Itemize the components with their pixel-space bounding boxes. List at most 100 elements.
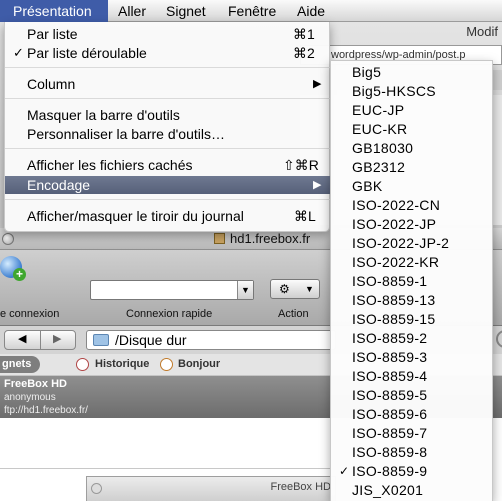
menu-separator [5,148,331,149]
encoding-item[interactable]: GB18030 [331,139,494,158]
encoding-label: ISO-2022-KR [352,254,440,270]
menu-separator [5,199,331,200]
encoding-label: GBK [352,178,383,194]
menu-item-encodage[interactable]: Encodage ▶ [5,176,331,194]
tab-historique[interactable]: Historique [95,358,149,370]
tab-bonjour[interactable]: Bonjour [178,358,220,370]
encoding-label: ISO-8859-15 [352,311,436,327]
encoding-label: ISO-8859-6 [352,406,428,422]
encoding-label: GB2312 [352,159,406,175]
checkmark-icon: ✓ [13,45,24,60]
small-window-title: FreeBox HD [270,481,331,493]
shortcut-label: ⌘L [294,208,316,224]
window-button[interactable] [2,233,14,245]
menu-item-afficher-tiroir[interactable]: Afficher/masquer le tiroir du journal ⌘L [5,207,331,225]
encoding-label: ISO-8859-7 [352,425,428,441]
encoding-item[interactable]: ISO-8859-2 [331,329,494,348]
checkmark-icon: ✓ [339,464,350,478]
presentation-menu: Par liste ⌘1 ✓ Par liste déroulable ⌘2 C… [4,22,331,232]
encoding-item[interactable]: EUC-KR [331,120,494,139]
encoding-item[interactable]: ISO-8859-7 [331,424,494,443]
encoding-label: ISO-8859-3 [352,349,428,365]
encoding-label: JIS_X0201 [352,482,424,498]
divider [40,331,41,349]
encoding-item[interactable]: Big5-HKSCS [331,82,494,101]
encoding-item[interactable]: ISO-2022-CN [331,196,494,215]
menu-item-par-liste[interactable]: Par liste ⌘1 [5,25,331,43]
menu-item-masquer-barre[interactable]: Masquer la barre d'outils [5,106,331,124]
menu-presentation[interactable]: Présentation [0,0,108,22]
encoding-item[interactable]: ISO-8859-8 [331,443,494,462]
menu-signet[interactable]: Signet [166,0,206,22]
menu-item-personnaliser-barre[interactable]: Personnaliser la barre d'outils… [5,125,331,143]
small-window: FreeBox HD [86,476,336,501]
encoding-label: Big5 [352,64,382,80]
clock-icon [76,358,89,371]
ftp-title-text: hd1.freebox.fr [230,231,311,246]
menu-separator [5,67,331,68]
action-button[interactable]: ⚙ ▼ [270,279,320,299]
back-forward-control: ◀ ▶ [4,330,76,350]
encoding-label: EUC-KR [352,121,408,137]
encoding-item[interactable]: EUC-JP [331,101,494,120]
encoding-label: EUC-JP [352,102,405,118]
menu-item-label: Afficher/masquer le tiroir du journal [27,208,244,224]
menu-item-label: Column [27,76,76,92]
encoding-item[interactable]: ISO-8859-6 [331,405,494,424]
encoding-item[interactable]: Big5 [331,63,494,82]
bookmark-url: ftp://hd1.freebox.fr/ [4,405,88,416]
encoding-item[interactable]: ISO-8859-15 [331,310,494,329]
encoding-label: ISO-2022-JP-2 [352,235,450,251]
menu-item-afficher-caches[interactable]: Afficher les fichiers cachés ⇧⌘R [5,156,331,174]
encoding-item[interactable]: JIS_X0201 [331,481,494,500]
bookmark-user: anonymous [4,392,56,403]
quick-connect-input[interactable]: ▼ [90,280,254,300]
chevron-down-icon: ▼ [305,284,314,294]
encoding-label: ISO-8859-4 [352,368,428,384]
menu-aide[interactable]: Aide [297,0,325,22]
path-text: /Disque dur [115,332,187,348]
encoding-item[interactable]: ISO-2022-KR [331,253,494,272]
menu-item-label: Masquer la barre d'outils [27,107,180,123]
chevron-down-icon[interactable]: ▼ [237,281,253,299]
encoding-item[interactable]: ISO-2022-JP [331,215,494,234]
window-button[interactable] [91,483,102,494]
encoding-label: ISO-8859-8 [352,444,428,460]
menu-item-label: Encodage [27,177,91,193]
forward-arrow-icon[interactable]: ▶ [53,332,61,345]
menu-item-par-liste-deroulable[interactable]: ✓ Par liste déroulable ⌘2 [5,44,331,62]
encoding-label: ISO-8859-13 [352,292,436,308]
menu-item-label: Personnaliser la barre d'outils… [27,126,225,142]
encoding-item[interactable]: GBK [331,177,494,196]
menu-item-label: Par liste déroulable [27,45,147,61]
menu-item-label: Afficher les fichiers cachés [27,157,193,173]
bonjour-icon [160,358,173,371]
menu-fenetre[interactable]: Fenêtre [228,0,276,22]
submenu-arrow-icon: ▶ [313,78,322,90]
tab-signets[interactable]: gnets [0,356,40,373]
encoding-submenu: Big5 Big5-HKSCS EUC-JP EUC-KR GB18030 GB… [330,60,493,501]
menu-aller[interactable]: Aller [118,0,146,22]
ftp-window-title: hd1.freebox.fr [214,231,310,246]
menu-item-column[interactable]: Column ▶ [5,75,331,93]
encoding-label: GB18030 [352,140,414,156]
path-field[interactable]: /Disque dur [86,330,336,350]
encoding-item[interactable]: ISO-8859-5 [331,386,494,405]
bookmark-name: FreeBox HD [4,378,67,390]
encoding-item[interactable]: ISO-8859-13 [331,291,494,310]
encoding-item[interactable]: ISO-8859-3 [331,348,494,367]
menubar: Présentation Aller Signet Fenêtre Aide [0,0,502,22]
encoding-item-checked[interactable]: ✓ ISO-8859-9 [331,462,494,481]
encoding-label: ISO-8859-5 [352,387,428,403]
encoding-item[interactable]: ISO-8859-1 [331,272,494,291]
encoding-item[interactable]: GB2312 [331,158,494,177]
shortcut-label: ⌘2 [293,45,315,61]
encoding-item[interactable]: ISO-2022-JP-2 [331,234,494,253]
back-arrow-icon[interactable]: ◀ [18,332,26,345]
shortcut-label: ⇧⌘R [283,157,319,173]
encoding-item[interactable]: ISO-8859-4 [331,367,494,386]
plus-icon: + [13,268,26,281]
circle-button[interactable] [496,330,502,348]
disk-icon [214,233,225,244]
encoding-label: ISO-8859-9 [352,463,428,479]
